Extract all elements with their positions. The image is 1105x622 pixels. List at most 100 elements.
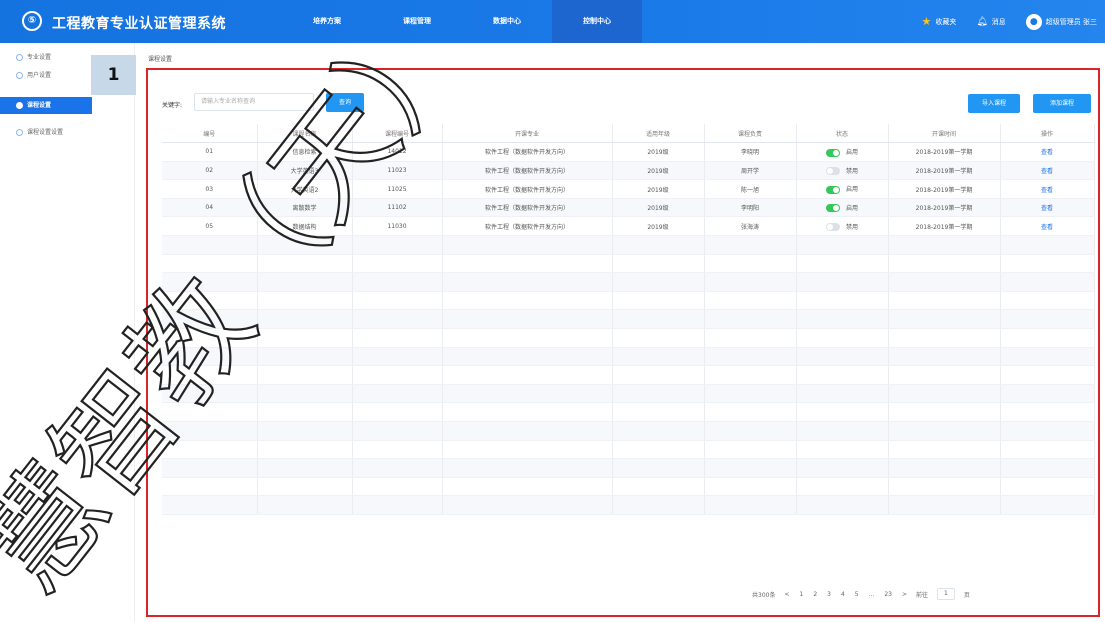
nav-item-training-plan[interactable]: 培养方案 [282,0,372,43]
empty-table-row [162,309,1095,330]
empty-cell [612,477,705,497]
empty-cell [888,291,1001,311]
status-toggle[interactable] [825,223,840,232]
empty-table-row [162,272,1095,292]
goto-page-input[interactable]: 1 [937,588,955,600]
nav-item-control-center[interactable]: 控制中心 [552,0,642,43]
empty-table-row [162,235,1095,255]
keyword-search-input[interactable]: 请输入专业名称查询 [194,93,314,111]
page-link[interactable]: 23 [884,591,892,598]
empty-cell [442,421,613,441]
status-toggle[interactable] [825,185,840,194]
page-link[interactable]: ... [869,591,875,598]
view-link[interactable]: 查看 [1000,161,1095,181]
empty-cell [796,309,889,330]
main-nav: 培养方案 课程管理 数据中心 控制中心 [282,0,642,43]
keyword-label: 关键字: [162,102,183,109]
page-link[interactable]: 1 [799,591,803,598]
empty-cell [442,347,613,367]
empty-cell [888,347,1001,367]
table-cell-name: 数据结构 [257,216,353,237]
empty-cell [1000,328,1095,348]
page-link[interactable]: 3 [827,591,831,598]
table-cell-id: 01 [162,142,258,162]
empty-cell [162,458,258,478]
sidebar-item-course-advanced-settings[interactable]: 课程设置设置 [0,124,135,141]
search-button[interactable]: 查询 [326,93,364,112]
empty-cell [257,402,353,422]
course-table: 编号 课程名称 课程编号 开课专业 适用年级 课程负责 状态 开课时间 操作 0… [162,124,1095,515]
add-course-button[interactable]: 添加课程 [1033,94,1091,113]
empty-cell [442,272,613,292]
sidebar-item-course-settings[interactable]: 课程设置 [0,97,92,114]
empty-table-row [162,477,1095,497]
empty-cell [352,347,443,367]
empty-cell [796,477,889,497]
table-cell-term: 2018-2019第一学期 [888,198,1001,218]
empty-cell [1000,495,1095,515]
messages-label: 消息 [991,17,1006,26]
favorites-link[interactable]: ★ 收藏夹 [921,15,956,28]
empty-table-row [162,254,1095,274]
empty-cell [612,291,705,311]
empty-cell [257,440,353,460]
table-cell-name: 离散数学 [257,198,353,218]
status-label: 启用 [845,186,858,194]
status-toggle[interactable] [825,148,840,157]
empty-cell [442,402,613,422]
empty-cell [612,272,705,292]
table-cell-code: 11023 [352,161,443,181]
nav-item-course-management[interactable]: 课程管理 [372,0,462,43]
page-link[interactable]: 2 [813,591,817,598]
table-cell-owner: 周开学 [704,161,797,181]
view-link[interactable]: 查看 [1000,179,1095,199]
empty-table-row [162,384,1095,404]
view-link[interactable]: 查看 [1000,142,1095,162]
status-label: 禁用 [845,223,858,231]
status-toggle[interactable] [825,204,840,213]
empty-table-row [162,402,1095,422]
page-link[interactable]: 4 [841,591,845,598]
empty-cell [796,458,889,478]
empty-cell [162,309,258,330]
header-right: ★ 收藏夹 🔔︎ 消息 ● 超级管理员 张三 [921,0,1097,43]
table-cell-owner: 陈一旭 [704,179,797,199]
page-link[interactable]: 5 [855,591,859,598]
status-cell: 禁用 [796,216,889,237]
empty-cell [352,458,443,478]
empty-cell [352,254,443,274]
empty-cell [612,458,705,478]
empty-cell [442,458,613,478]
table-row: 04 离散数学 11102 软件工程（数据软件开发方向） 2019级 李明阳 启用 2018-… [162,198,1095,218]
table-cell-owner: 李晓明 [704,142,797,162]
page-link[interactable]: < [784,591,789,598]
nav-item-data-center[interactable]: 数据中心 [462,0,552,43]
empty-cell [162,328,258,348]
table-row: 03 大学英语2 11025 软件工程（数据软件开发方向） 2019级 陈一旭 启用 2018… [162,179,1095,199]
table-cell-code: 14012 [352,142,443,162]
empty-table-row [162,440,1095,460]
empty-cell [704,458,797,478]
empty-cell [796,328,889,348]
status-toggle[interactable] [825,167,840,176]
table-cell-name: 信息检索 [257,142,353,162]
status-cell: 禁用 [796,161,889,181]
empty-cell [704,272,797,292]
user-menu[interactable]: ● 超级管理员 张三 [1025,13,1097,30]
column-header: 课程负责 [704,124,797,144]
page-link[interactable]: > [902,591,907,598]
view-link[interactable]: 查看 [1000,198,1095,218]
empty-cell [888,254,1001,274]
empty-cell [704,495,797,515]
empty-cell [257,309,353,330]
messages-link[interactable]: 🔔︎ 消息 [976,17,1005,27]
pagination: 共300条 <1 2 3 4 5... 23 > 前往 1 页 [752,588,970,600]
import-course-button[interactable]: 导入课程 [968,94,1020,113]
empty-cell [257,254,353,274]
view-link[interactable]: 查看 [1000,216,1095,237]
empty-cell [1000,440,1095,460]
empty-cell [162,421,258,441]
empty-cell [257,272,353,292]
empty-cell [257,477,353,497]
empty-cell [704,440,797,460]
